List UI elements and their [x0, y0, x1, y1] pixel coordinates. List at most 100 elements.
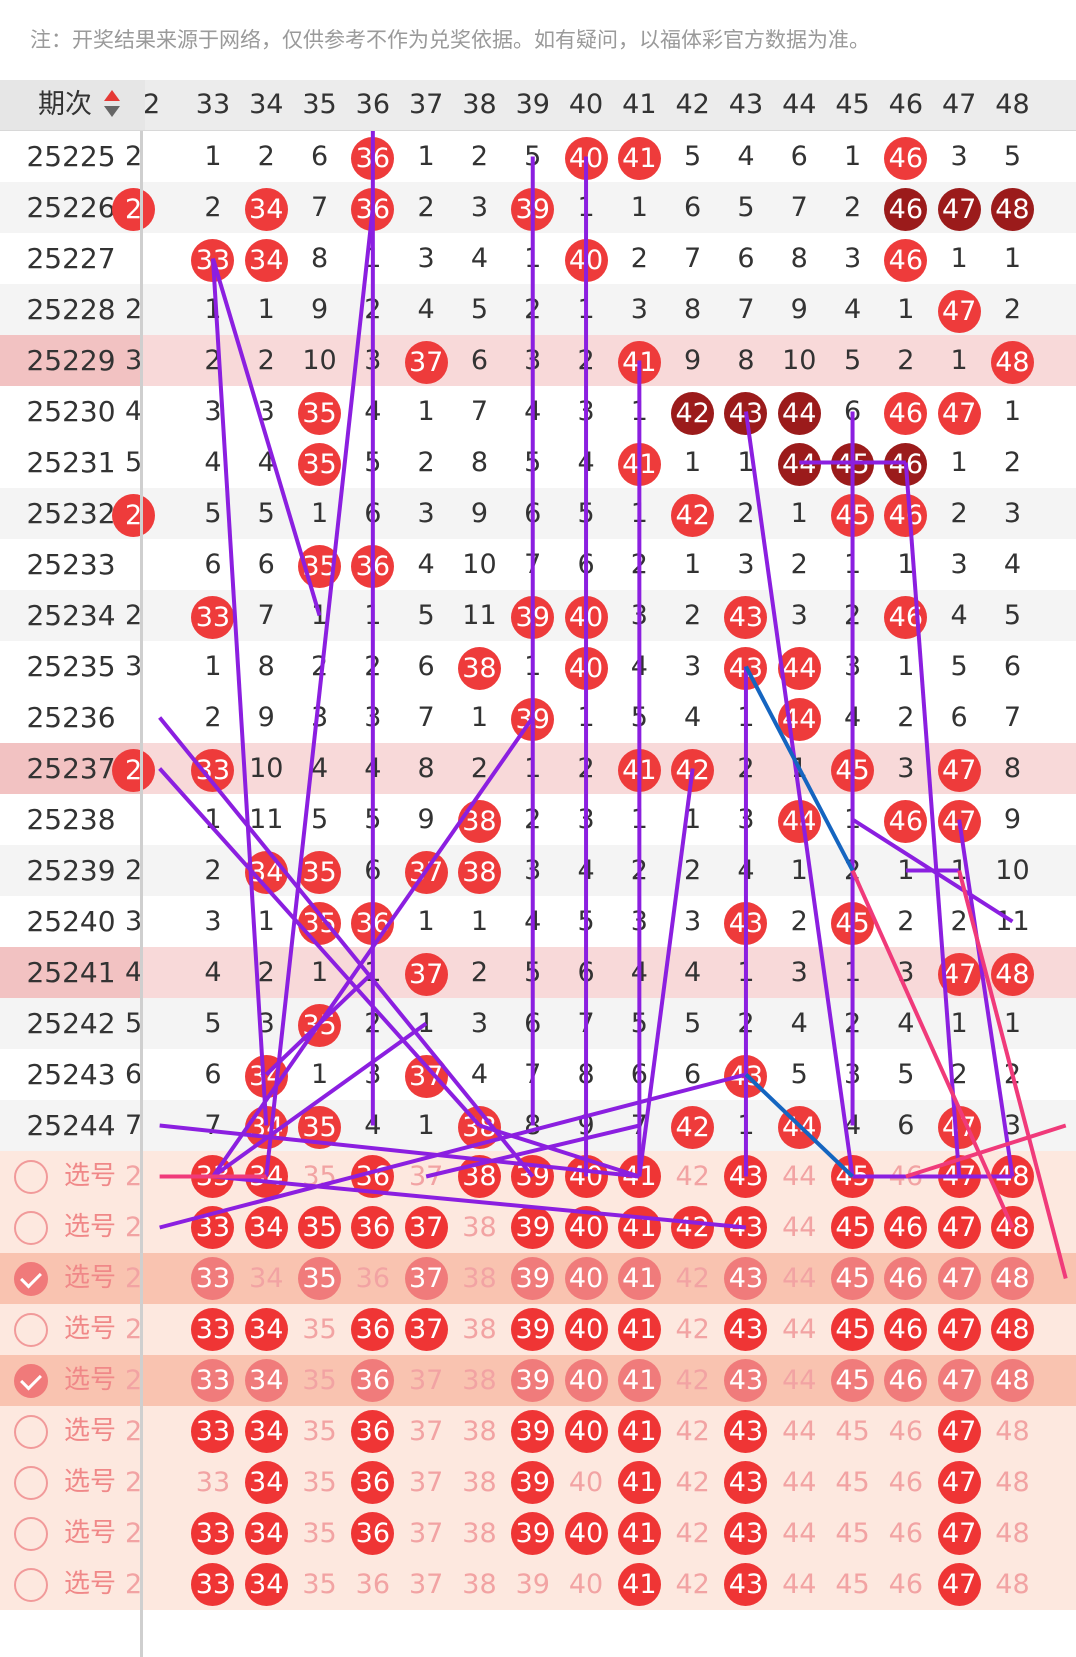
hit-ball[interactable]: 40: [559, 1253, 612, 1304]
hit-ball[interactable]: 37: [400, 1253, 453, 1304]
number-ball[interactable]: 43: [724, 1461, 768, 1504]
hit-ball[interactable]: 46: [879, 1202, 932, 1253]
number-ball[interactable]: 40: [564, 1410, 608, 1453]
number-ball[interactable]: 40: [564, 1359, 608, 1402]
miss-count[interactable]: 42: [666, 1253, 719, 1304]
number-ball[interactable]: 35: [298, 1257, 342, 1300]
number-ball[interactable]: 41: [617, 1410, 661, 1453]
hit-ball[interactable]: 33: [186, 1253, 239, 1304]
hit-ball[interactable]: 36: [346, 1406, 399, 1457]
hit-ball[interactable]: 39: [506, 1151, 559, 1202]
unchecked-circle-icon[interactable]: [14, 1210, 48, 1245]
number-ball[interactable]: 47: [937, 1461, 981, 1504]
hit-ball[interactable]: 48: [986, 1253, 1039, 1304]
miss-count[interactable]: 35: [293, 1304, 346, 1355]
miss-count[interactable]: 44: [773, 1355, 826, 1406]
number-ball[interactable]: 46: [884, 1206, 928, 1249]
miss-count[interactable]: 2: [107, 1508, 160, 1559]
miss-count[interactable]: 39: [506, 1559, 559, 1610]
miss-count[interactable]: 35: [293, 1151, 346, 1202]
miss-count[interactable]: 40: [559, 1559, 612, 1610]
number-ball[interactable]: 33: [191, 1512, 235, 1555]
miss-count[interactable]: 2: [107, 1202, 160, 1253]
number-ball[interactable]: 45: [831, 1155, 875, 1198]
number-ball[interactable]: 48: [990, 1359, 1034, 1402]
number-ball[interactable]: 48: [990, 1308, 1034, 1351]
hit-ball[interactable]: 43: [719, 1304, 772, 1355]
number-ball[interactable]: 34: [244, 1512, 288, 1555]
hit-ball[interactable]: 43: [719, 1151, 772, 1202]
number-ball[interactable]: 36: [351, 1410, 395, 1453]
hit-ball[interactable]: 47: [933, 1508, 986, 1559]
hit-ball[interactable]: 33: [186, 1355, 239, 1406]
number-ball[interactable]: 36: [351, 1359, 395, 1402]
number-ball[interactable]: 43: [724, 1206, 768, 1249]
miss-count[interactable]: 42: [666, 1508, 719, 1559]
hit-ball[interactable]: 47: [933, 1253, 986, 1304]
sort-asc-icon[interactable]: [104, 90, 120, 101]
number-ball[interactable]: 37: [404, 1206, 448, 1249]
number-ball[interactable]: 36: [351, 1461, 395, 1504]
number-ball[interactable]: 46: [884, 1257, 928, 1300]
miss-count[interactable]: 48: [986, 1559, 1039, 1610]
number-ball[interactable]: 43: [724, 1563, 768, 1606]
miss-count[interactable]: 2: [107, 1406, 160, 1457]
number-ball[interactable]: 33: [191, 1563, 235, 1606]
number-ball[interactable]: 43: [724, 1359, 768, 1402]
number-ball[interactable]: 34: [244, 1206, 288, 1249]
number-ball[interactable]: 39: [511, 1257, 555, 1300]
hit-ball[interactable]: 47: [933, 1151, 986, 1202]
miss-count[interactable]: 42: [666, 1559, 719, 1610]
hit-ball[interactable]: 33: [186, 1508, 239, 1559]
miss-count[interactable]: 35: [293, 1457, 346, 1508]
miss-count[interactable]: 44: [773, 1508, 826, 1559]
hit-ball[interactable]: 43: [719, 1202, 772, 1253]
unchecked-circle-icon[interactable]: [14, 1312, 48, 1347]
hit-ball[interactable]: 40: [559, 1304, 612, 1355]
hit-ball[interactable]: 45: [826, 1355, 879, 1406]
miss-count[interactable]: 2: [107, 1559, 160, 1610]
hit-ball[interactable]: 43: [719, 1559, 772, 1610]
miss-count[interactable]: 37: [400, 1355, 453, 1406]
number-ball[interactable]: 46: [884, 1359, 928, 1402]
unchecked-circle-icon[interactable]: [14, 1516, 48, 1551]
hit-ball[interactable]: 43: [719, 1355, 772, 1406]
number-ball[interactable]: 34: [244, 1308, 288, 1351]
miss-count[interactable]: 42: [666, 1457, 719, 1508]
miss-count[interactable]: 45: [826, 1508, 879, 1559]
number-ball[interactable]: 47: [937, 1512, 981, 1555]
hit-ball[interactable]: 48: [986, 1151, 1039, 1202]
miss-count[interactable]: 44: [773, 1304, 826, 1355]
hit-ball[interactable]: 46: [879, 1355, 932, 1406]
hit-ball[interactable]: 43: [719, 1406, 772, 1457]
unchecked-circle-icon[interactable]: [14, 1465, 48, 1500]
hit-ball[interactable]: 36: [346, 1508, 399, 1559]
hit-ball[interactable]: 41: [613, 1508, 666, 1559]
miss-count[interactable]: 2: [107, 1253, 160, 1304]
hit-ball[interactable]: 39: [506, 1508, 559, 1559]
hit-ball[interactable]: 33: [186, 1202, 239, 1253]
number-ball[interactable]: 33: [191, 1206, 235, 1249]
miss-count[interactable]: 46: [879, 1406, 932, 1457]
number-ball[interactable]: 39: [511, 1155, 555, 1198]
number-ball[interactable]: 47: [937, 1410, 981, 1453]
hit-ball[interactable]: 41: [613, 1559, 666, 1610]
number-ball[interactable]: 38: [457, 1155, 501, 1198]
number-ball[interactable]: 43: [724, 1257, 768, 1300]
number-ball[interactable]: 33: [191, 1359, 235, 1402]
number-ball[interactable]: 41: [617, 1359, 661, 1402]
hit-ball[interactable]: 48: [986, 1202, 1039, 1253]
miss-count[interactable]: 45: [826, 1406, 879, 1457]
number-ball[interactable]: 43: [724, 1512, 768, 1555]
hit-ball[interactable]: 39: [506, 1457, 559, 1508]
number-ball[interactable]: 36: [351, 1155, 395, 1198]
hit-ball[interactable]: 34: [240, 1457, 293, 1508]
hit-ball[interactable]: 43: [719, 1253, 772, 1304]
miss-count[interactable]: 37: [400, 1559, 453, 1610]
miss-count[interactable]: 44: [773, 1406, 826, 1457]
hit-ball[interactable]: 36: [346, 1355, 399, 1406]
miss-count[interactable]: 2: [107, 1151, 160, 1202]
miss-count[interactable]: 38: [453, 1253, 506, 1304]
checked-circle-icon[interactable]: [14, 1261, 48, 1296]
miss-count[interactable]: 38: [453, 1457, 506, 1508]
